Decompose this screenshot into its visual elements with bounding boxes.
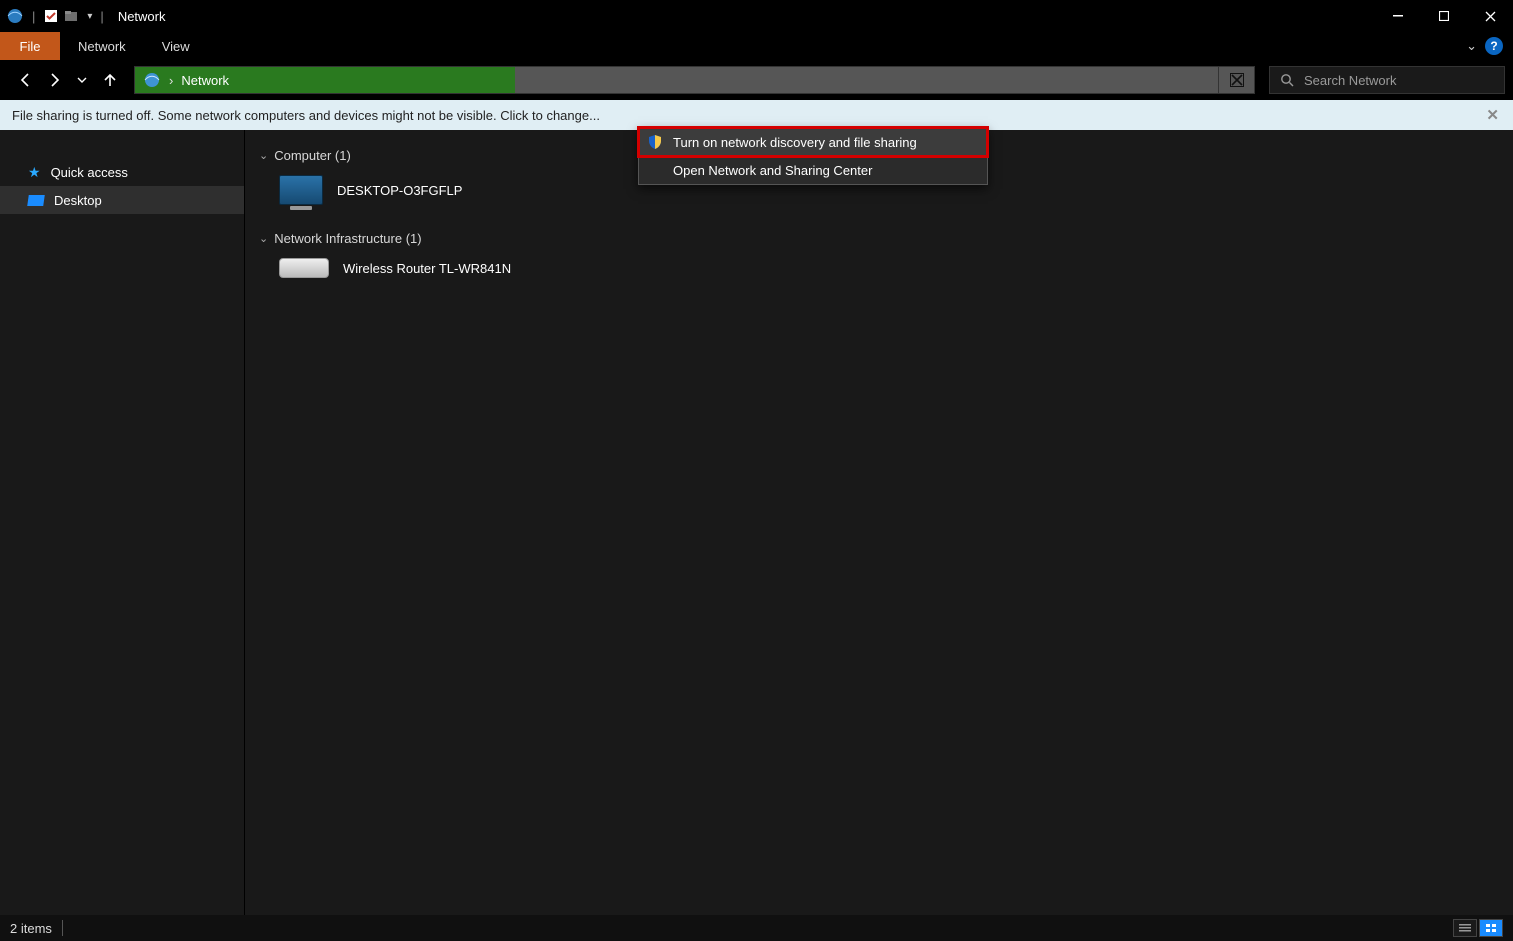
- help-icon[interactable]: ?: [1485, 37, 1503, 55]
- status-item-count: 2 items: [10, 921, 52, 936]
- tab-network[interactable]: Network: [60, 32, 144, 60]
- maximize-button[interactable]: [1421, 0, 1467, 32]
- group-title: Computer (1): [274, 148, 351, 163]
- content-pane: ⌄ Computer (1) DESKTOP-O3FGFLP ⌄ Network…: [245, 130, 1513, 915]
- group-title: Network Infrastructure (1): [274, 231, 421, 246]
- status-sep: [62, 920, 63, 936]
- titlebar-sep: |: [32, 9, 35, 24]
- minimize-button[interactable]: [1375, 0, 1421, 32]
- ctx-item-label: Turn on network discovery and file shari…: [673, 135, 917, 150]
- chevron-down-icon: ⌄: [259, 149, 268, 162]
- breadcrumb-label[interactable]: Network: [181, 73, 229, 88]
- ctx-open-sharing-center[interactable]: Open Network and Sharing Center: [639, 156, 987, 184]
- ctx-turn-on-sharing[interactable]: Turn on network discovery and file shari…: [639, 128, 987, 156]
- ctx-item-label: Open Network and Sharing Center: [673, 163, 872, 178]
- forward-button[interactable]: [42, 68, 66, 92]
- sidebar-desktop[interactable]: Desktop: [0, 186, 244, 214]
- shield-icon: [647, 134, 663, 150]
- ribbon: File Network View ⌄ ?: [0, 32, 1513, 60]
- file-tab[interactable]: File: [0, 32, 60, 60]
- close-button[interactable]: [1467, 0, 1513, 32]
- computer-label: DESKTOP-O3FGFLP: [337, 183, 462, 198]
- ribbon-collapse-icon[interactable]: ⌄: [1466, 38, 1477, 54]
- notification-bar[interactable]: File sharing is turned off. Some network…: [0, 100, 1513, 130]
- titlebar-sep-2: |: [100, 9, 103, 24]
- address-breadcrumb[interactable]: › Network: [135, 67, 515, 93]
- notification-close-icon[interactable]: ✕: [1486, 106, 1499, 124]
- back-button[interactable]: [14, 68, 38, 92]
- body: ★ Quick access Desktop ⌄ Computer (1) DE…: [0, 130, 1513, 915]
- nav-row: › Network: [0, 60, 1513, 100]
- network-icon: [6, 7, 24, 25]
- desktop-icon: [27, 195, 45, 206]
- titlebar-left-icons: | ▾ |: [6, 7, 108, 25]
- sidebar-item-label: Desktop: [54, 193, 102, 208]
- refresh-button[interactable]: [1218, 67, 1254, 93]
- address-empty[interactable]: [515, 67, 1218, 93]
- star-icon: ★: [28, 164, 41, 181]
- window-title: Network: [118, 9, 166, 24]
- qat-properties-icon[interactable]: [43, 8, 59, 24]
- view-large-icons-button[interactable]: [1479, 919, 1503, 937]
- qat-newfolder-icon[interactable]: [63, 8, 79, 24]
- recent-locations-button[interactable]: [70, 68, 94, 92]
- computer-icon: [279, 175, 323, 205]
- router-label: Wireless Router TL-WR841N: [343, 261, 511, 276]
- status-bar: 2 items: [0, 915, 1513, 941]
- sidebar: ★ Quick access Desktop: [0, 130, 245, 915]
- search-box[interactable]: [1269, 66, 1505, 94]
- router-icon: [279, 258, 329, 278]
- chevron-down-icon: ⌄: [259, 232, 268, 245]
- search-icon: [1280, 73, 1294, 87]
- context-menu: Turn on network discovery and file shari…: [638, 127, 988, 185]
- sidebar-item-label: Quick access: [51, 165, 128, 180]
- breadcrumb-sep: ›: [169, 73, 173, 88]
- search-input[interactable]: [1304, 73, 1494, 88]
- router-item[interactable]: Wireless Router TL-WR841N: [259, 252, 1513, 284]
- sidebar-quick-access[interactable]: ★ Quick access: [0, 158, 244, 186]
- qat-dropdown-icon[interactable]: ▾: [87, 11, 92, 22]
- group-header-network-infra[interactable]: ⌄ Network Infrastructure (1): [259, 231, 1513, 246]
- network-icon: [143, 71, 161, 89]
- view-toggles: [1453, 919, 1503, 937]
- up-button[interactable]: [98, 68, 122, 92]
- window-controls: [1375, 0, 1513, 32]
- notification-text: File sharing is turned off. Some network…: [12, 108, 600, 123]
- view-details-button[interactable]: [1453, 919, 1477, 937]
- titlebar: | ▾ | Network: [0, 0, 1513, 32]
- address-bar[interactable]: › Network: [134, 66, 1255, 94]
- tab-view[interactable]: View: [144, 32, 208, 60]
